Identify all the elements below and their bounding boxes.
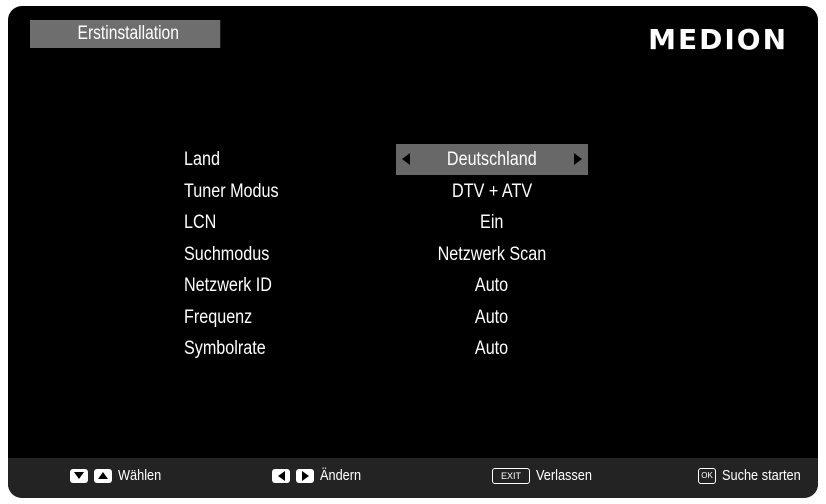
setting-suchmodus[interactable]: Suchmodus Netzwerk Scan [8,239,818,271]
hint-change: Ändern [272,467,368,484]
setting-label: Suchmodus [184,243,270,265]
arrow-right-icon[interactable] [574,153,582,165]
hint-exit-label: Verlassen [536,467,593,484]
hint-exit: EXIT Verlassen [492,467,602,484]
page-title: Erstinstallation [30,20,221,48]
hint-start: OK Suche starten [698,467,815,484]
hint-change-label: Ändern [320,467,362,484]
setting-label: LCN [184,212,217,233]
right-key-icon [296,468,314,483]
setting-symbolrate[interactable]: Symbolrate Auto [8,333,818,365]
brand-logo: MEDION [648,23,788,56]
setting-value: Ein [480,212,504,233]
settings-list: Land Deutschland Tuner Modus DTV + ATV L… [8,144,818,365]
exit-key-icon: EXIT [492,467,531,484]
setting-frequenz[interactable]: Frequenz Auto [8,302,818,334]
setting-tuner-modus[interactable]: Tuner Modus DTV + ATV [8,176,818,208]
hint-bar: Wählen Ändern EXIT Verlassen OK Suche st… [8,458,818,498]
setting-value: Netzwerk Scan [437,243,547,265]
setting-value: Auto [475,338,509,359]
setting-netzwerk-id[interactable]: Netzwerk ID Auto [8,270,818,302]
hint-select-label: Wählen [118,467,162,484]
setting-value-selector[interactable]: Deutschland [396,144,588,175]
ok-key-icon: OK [698,467,716,484]
setting-land[interactable]: Land Deutschland [8,144,818,176]
setting-value: DTV + ATV [451,180,533,202]
setting-label: Tuner Modus [184,180,279,202]
setting-lcn[interactable]: LCN Ein [8,207,818,239]
setting-label: Land [184,149,220,170]
setting-value: Deutschland [447,149,537,170]
setting-label: Frequenz [184,306,253,328]
setting-label: Netzwerk ID [184,275,272,296]
arrow-left-icon[interactable] [402,153,410,165]
left-key-icon [272,468,290,483]
setting-label: Symbolrate [184,338,266,359]
down-key-icon [70,468,88,483]
setting-value: Auto [475,306,509,328]
tv-screen: Erstinstallation MEDION Land Deutschland… [8,6,818,498]
hint-start-label: Suche starten [722,467,801,484]
hint-select: Wählen [70,467,169,484]
setting-value: Auto [475,275,509,296]
up-key-icon [94,468,112,483]
